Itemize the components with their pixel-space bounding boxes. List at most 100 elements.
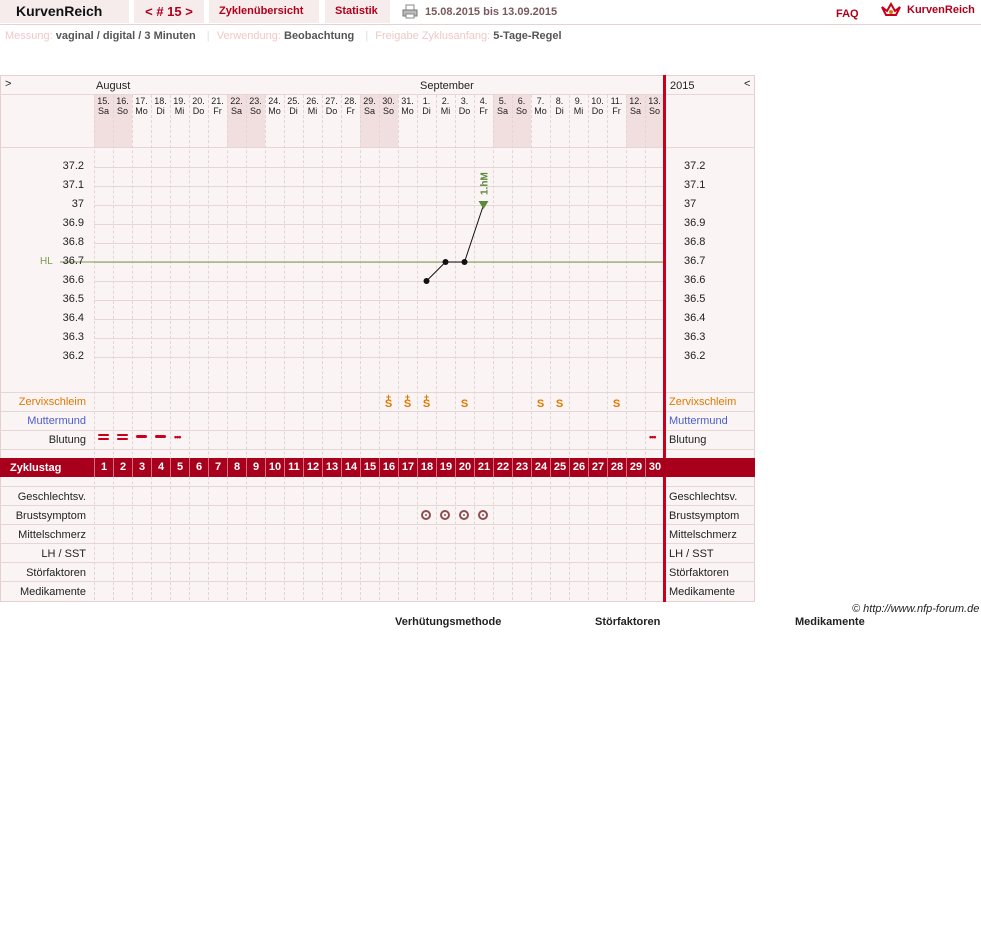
temperature-point [461, 259, 468, 265]
y-tick-label: 36.5 [684, 293, 706, 305]
cycle-day-number: 18 [417, 458, 436, 477]
messung-value: vaginal / digital / 3 Minuten [55, 30, 196, 42]
cycle-day-number: 26 [569, 458, 588, 477]
row-label-brustsymptom: Brustsymptom [669, 510, 740, 522]
zervix-mark: + S [422, 392, 431, 410]
cycle-day-number: 15 [360, 458, 379, 477]
day-header[interactable]: 5. Sa [493, 96, 512, 116]
y-tick-label: 36.9 [62, 217, 84, 229]
day-header[interactable]: 27. Do [322, 96, 341, 116]
day-header[interactable]: 31. Mo [398, 96, 417, 116]
breast-symptom-icon [478, 510, 488, 520]
top-bar: KurvenReich < # 15 > Zyklenübersicht Sta… [0, 0, 981, 25]
y-tick-label: 37 [71, 198, 84, 210]
cycle-day-number: 7 [208, 458, 227, 477]
temperature-plot: 1.hM [60, 172, 663, 284]
app-title-tab[interactable]: KurvenReich [0, 0, 129, 23]
row-label-geschlechtsverkehr: Geschlechtsv. [17, 491, 86, 503]
zervix-mark: S [612, 398, 621, 410]
cycle-day-number: 23 [512, 458, 531, 477]
temperature-point [423, 278, 430, 284]
day-header[interactable]: 17. Mo [132, 96, 151, 116]
day-header[interactable]: 22. Sa [227, 96, 246, 116]
app-title: KurvenReich [16, 3, 103, 19]
cycle-day-number: 14 [341, 458, 360, 477]
day-header[interactable]: 20. Do [189, 96, 208, 116]
cycle-day-number: 29 [626, 458, 645, 477]
day-header[interactable]: 24. Mo [265, 96, 284, 116]
y-tick-label: 37.2 [62, 160, 84, 172]
day-header[interactable]: 10. Do [588, 96, 607, 116]
zervix-mark: + S [384, 392, 393, 410]
cycle-day-number: 16 [379, 458, 398, 477]
bleeding-spotting-icon: ••• [649, 432, 657, 442]
y-tick-label: 36.2 [62, 350, 84, 362]
day-header[interactable]: 21. Fr [208, 96, 227, 116]
y-tick-label: 37.1 [684, 179, 706, 191]
y-tick-label: 36.8 [684, 236, 706, 248]
tab-zyklenuebersicht[interactable]: Zyklenübersicht [209, 0, 319, 23]
day-header[interactable]: 26. Mi [303, 96, 322, 116]
breast-symptom-icon [421, 510, 431, 520]
bleeding-spotting-icon: ••• [174, 432, 182, 442]
row-label-zervixschleim: Zervixschleim [669, 396, 737, 408]
printer-icon[interactable] [402, 4, 418, 19]
y-tick-label: 36.9 [684, 217, 706, 229]
cycle-day-number: 27 [588, 458, 607, 477]
day-header[interactable]: 2. Mi [436, 96, 455, 116]
row-label-blutung: Blutung [48, 434, 86, 446]
day-header[interactable]: 13. So [645, 96, 664, 116]
y-tick-label: 37.2 [684, 160, 706, 172]
day-header[interactable]: 19. Mi [170, 96, 189, 116]
cycle-day-number: 30 [645, 458, 664, 477]
footer-medikamente: Medikamente [795, 616, 865, 628]
cycle-day-number: 13 [322, 458, 341, 477]
logo-text[interactable]: KurvenReich [907, 4, 975, 16]
day-header[interactable]: 9. Mi [569, 96, 588, 116]
day-header[interactable]: 18. Di [151, 96, 170, 116]
cycle-day-number: 28 [607, 458, 626, 477]
row-label-blutung: Blutung [669, 434, 707, 446]
footer-stoerfaktoren: Störfaktoren [595, 616, 661, 628]
cycle-day-number: 2 [113, 458, 132, 477]
row-label-muttermund: Muttermund [27, 415, 86, 427]
cycle-day-number: 20 [455, 458, 474, 477]
day-header[interactable]: 4. Fr [474, 96, 493, 116]
day-header[interactable]: 12. Sa [626, 96, 645, 116]
day-header[interactable]: 7. Mo [531, 96, 550, 116]
day-header[interactable]: 16. So [113, 96, 132, 116]
day-header[interactable]: 11. Fr [607, 96, 626, 116]
tab-statistik[interactable]: Statistik [325, 0, 390, 23]
day-header[interactable]: 29. Sa [360, 96, 379, 116]
divider: | [365, 30, 369, 42]
cycle-day-number: 4 [151, 458, 170, 477]
cycle-day-number: 12 [303, 458, 322, 477]
day-header[interactable]: 25. Di [284, 96, 303, 116]
faq-link[interactable]: FAQ [836, 8, 859, 20]
day-header[interactable]: 15. Sa [94, 96, 113, 116]
day-header[interactable]: 6. So [512, 96, 531, 116]
bleeding-heavy-icon [98, 434, 109, 441]
hm-marker: 1.hM [480, 172, 491, 195]
messung-label: Messung: [5, 30, 53, 42]
y-tick-label: 36.6 [684, 274, 706, 286]
breast-symptom-icon [440, 510, 450, 520]
copyright[interactable]: © http://www.nfp-forum.de [852, 603, 979, 615]
row-label-medikamente: Medikamente [669, 586, 736, 598]
day-header[interactable]: 23. So [246, 96, 265, 116]
day-header[interactable]: 1. Di [417, 96, 436, 116]
day-header[interactable]: 30. So [379, 96, 398, 116]
day-header[interactable]: 8. Di [550, 96, 569, 116]
cycle-nav[interactable]: < # 15 > [134, 0, 204, 23]
bleeding-heavy-icon [117, 434, 128, 441]
day-header[interactable]: 3. Do [455, 96, 474, 116]
y-tick-label: 36.7 [62, 255, 84, 267]
verwendung-label: Verwendung: [216, 30, 281, 42]
row-label-lh-sst: LH / SST [41, 548, 86, 560]
y-tick-label: 36.4 [684, 312, 706, 324]
day-header[interactable]: 28. Fr [341, 96, 360, 116]
temperature-point [442, 259, 449, 265]
row-label-mittelschmerz: Mittelschmerz [18, 529, 86, 541]
bleeding-medium-icon [155, 435, 166, 438]
verwendung-value: Beobachtung [284, 30, 355, 42]
